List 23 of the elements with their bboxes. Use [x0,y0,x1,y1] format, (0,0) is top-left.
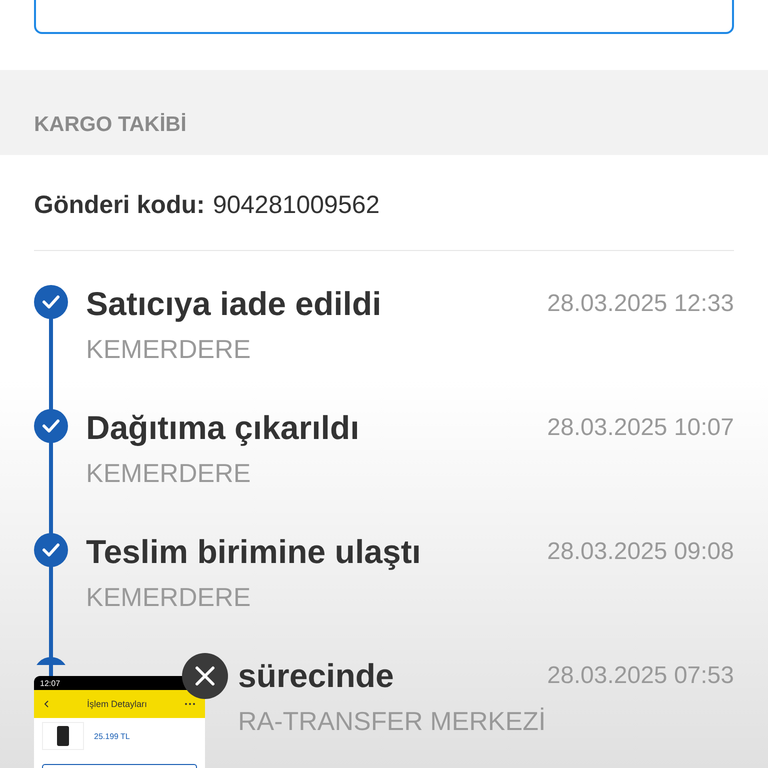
price: 25.199 TL [94,732,130,740]
event-title: Satıcıya iade edildi [86,285,382,323]
event-title: Teslim birimine ulaştı [86,533,422,571]
section-title: KARGO TAKİBİ [34,113,186,137]
back-icon [44,700,49,708]
event-date: 28.03.2025 12:33 [547,289,734,319]
shipment-code: 904281009562 [212,191,380,220]
event-title: sürecinde [238,657,395,695]
event-title: Dağıtıma çıkarıldı [86,409,360,447]
event-location: RA-TRANSFER MERKEZİ [238,705,547,737]
phone-icon [57,726,69,746]
status-time: 12:07 [40,678,60,688]
event-location: KEMERDERE [86,333,252,365]
preview-title: İşlem Detayları [86,699,148,709]
screenshot-preview[interactable]: 12:07 İşlem Detayları 25.199 TL [34,676,205,768]
event-date: 28.03.2025 10:07 [547,413,734,443]
close-icon [195,666,215,686]
event-date: 28.03.2025 09:08 [547,537,734,567]
close-button[interactable] [182,653,228,699]
event-location: KEMERDERE [86,457,252,489]
event-location: KEMERDERE [86,581,252,613]
event-date: 28.03.2025 07:53 [547,661,734,691]
shipment-label: Gönderi kodu: [34,191,205,220]
